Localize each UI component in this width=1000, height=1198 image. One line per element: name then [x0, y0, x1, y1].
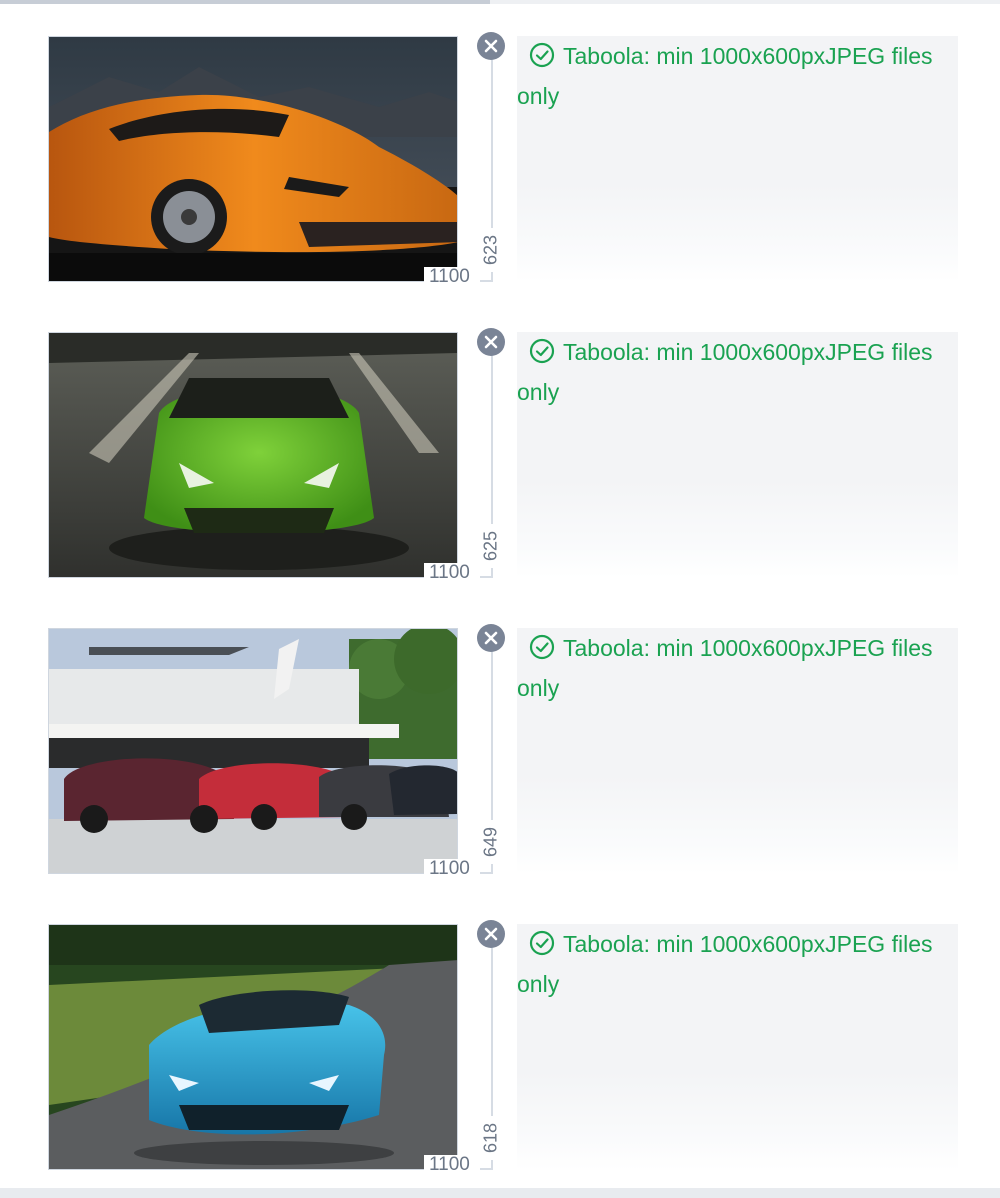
- image-thumbnail[interactable]: [48, 628, 458, 874]
- requirement-status: Taboola: min 1000x600pxJPEG files only: [517, 332, 958, 412]
- check-circle-icon: [529, 42, 555, 68]
- requirement-text: Taboola: min 1000x600pxJPEG files only: [517, 339, 933, 405]
- close-icon: [484, 335, 498, 349]
- requirements-panel: Taboola: min 1000x600pxJPEG files only: [517, 36, 958, 282]
- requirements-panel: Taboola: min 1000x600pxJPEG files only: [517, 628, 958, 874]
- blue-car-photo: [49, 925, 457, 1169]
- requirement-text: Taboola: min 1000x600pxJPEG files only: [517, 635, 933, 701]
- hypercars-photo: [49, 629, 457, 873]
- upload-progress-fill: [0, 0, 490, 4]
- close-icon: [484, 927, 498, 941]
- image-width-label: 1100: [424, 1155, 480, 1175]
- image-thumbnail[interactable]: [48, 924, 458, 1170]
- image-row: 649 1100 Taboola: min 1000x600pxJPEG fil…: [0, 624, 1000, 879]
- upload-progress-track: [0, 0, 1000, 4]
- remove-image-button[interactable]: [477, 624, 505, 652]
- requirement-text: Taboola: min 1000x600pxJPEG files only: [517, 43, 933, 109]
- image-width-label: 1100: [424, 563, 480, 583]
- width-ruler: [480, 1168, 493, 1170]
- image-thumbnail[interactable]: [48, 332, 458, 578]
- check-circle-icon: [529, 930, 555, 956]
- check-circle-icon: [529, 338, 555, 364]
- requirements-panel: Taboola: min 1000x600pxJPEG files only: [517, 924, 958, 1170]
- requirement-status: Taboola: min 1000x600pxJPEG files only: [517, 924, 958, 1004]
- image-row: 625 1100 Taboola: min 1000x600pxJPEG fil…: [0, 328, 1000, 583]
- image-width-label: 1100: [424, 859, 480, 879]
- green-car-photo: [49, 333, 457, 577]
- remove-image-button[interactable]: [477, 32, 505, 60]
- requirement-status: Taboola: min 1000x600pxJPEG files only: [517, 628, 958, 708]
- bottom-divider: [0, 1188, 1000, 1198]
- requirements-panel: Taboola: min 1000x600pxJPEG files only: [517, 332, 958, 578]
- close-icon: [484, 39, 498, 53]
- remove-image-button[interactable]: [477, 328, 505, 356]
- image-row: 618 1100 Taboola: min 1000x600pxJPEG fil…: [0, 920, 1000, 1175]
- image-height-label: 625: [479, 524, 503, 568]
- width-ruler: [480, 872, 493, 874]
- close-icon: [484, 631, 498, 645]
- image-height-label: 649: [479, 820, 503, 864]
- width-ruler: [480, 576, 493, 578]
- image-height-label: 623: [479, 228, 503, 272]
- requirement-status: Taboola: min 1000x600pxJPEG files only: [517, 36, 958, 116]
- width-ruler: [480, 280, 493, 282]
- check-circle-icon: [529, 634, 555, 660]
- image-row: 623 1100 Taboola: min 1000x600pxJPEG fil…: [0, 32, 1000, 287]
- requirement-text: Taboola: min 1000x600pxJPEG files only: [517, 931, 933, 997]
- image-thumbnail[interactable]: [48, 36, 458, 282]
- orange-car-photo: [49, 37, 457, 281]
- image-height-label: 618: [479, 1116, 503, 1160]
- image-width-label: 1100: [424, 267, 480, 287]
- remove-image-button[interactable]: [477, 920, 505, 948]
